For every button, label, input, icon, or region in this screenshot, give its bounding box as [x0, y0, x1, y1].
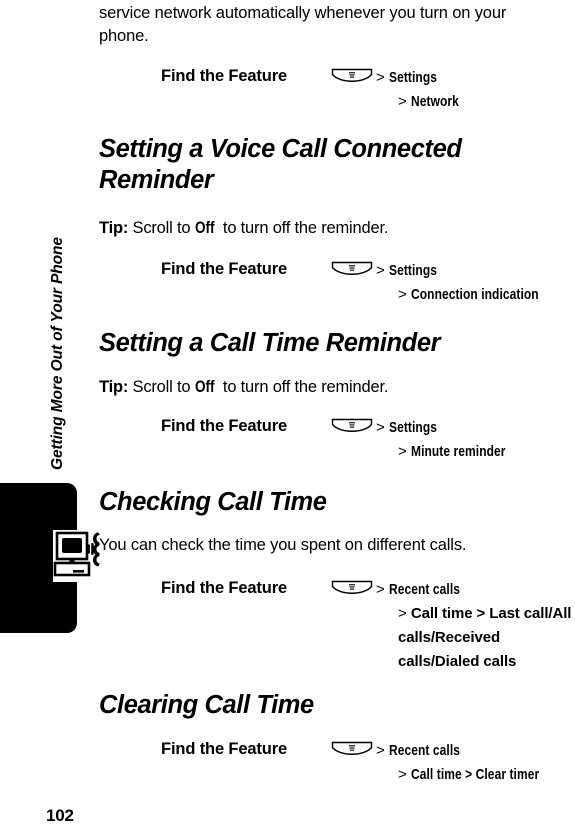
path-item: Settings [388, 419, 437, 436]
find-the-feature-label: Find the Feature [161, 579, 287, 597]
find-the-feature-label: Find the Feature [161, 740, 287, 758]
menu-key-icon [331, 68, 373, 88]
manual-page: Getting More Out of Your Phone service n… [0, 0, 575, 838]
menu-key-icon [331, 580, 373, 600]
path-item: Minute reminder [410, 443, 506, 460]
intro-line-1: service network automatically whenever y… [99, 4, 507, 22]
intro-line-2: phone. [99, 27, 149, 45]
path-item: Settings [388, 69, 437, 86]
find-the-feature-label: Find the Feature [161, 67, 287, 85]
path-item: Call time > Last call/All calls/Received… [398, 605, 572, 670]
menu-path-list: > Recent calls > Call time > Last call/A… [376, 578, 575, 674]
menu-path-line: > Minute reminder [376, 440, 575, 464]
tip-text-after: to turn off the reminder. [218, 219, 389, 237]
path-chevron: > [398, 443, 407, 460]
path-item: Connection indication [410, 286, 539, 303]
tip-setting-value: Off [194, 378, 215, 396]
path-chevron: > [398, 766, 407, 783]
menu-path-list: > Settings > Network [376, 66, 575, 114]
path-chevron: > [376, 742, 385, 759]
tip-text-after: to turn off the reminder. [218, 378, 389, 396]
path-chevron: > [398, 93, 407, 110]
menu-path-line: > Call time > Clear timer [376, 763, 575, 787]
menu-path-line: > Settings [376, 259, 575, 283]
path-item: Recent calls [388, 581, 460, 598]
path-item: Network [410, 93, 459, 110]
menu-path-list: > Settings > Connection indication [376, 259, 575, 307]
menu-key-icon [331, 418, 373, 438]
find-the-feature-label: Find the Feature [161, 417, 287, 435]
menu-path-line: > Recent calls [376, 739, 575, 763]
page-number: 102 [46, 806, 74, 825]
path-chevron: > [376, 262, 385, 279]
section-heading-clearing-call-time: Clearing Call Time [99, 691, 314, 719]
tip-prefix: Tip: [99, 219, 129, 237]
tip-setting-value: Off [194, 219, 215, 237]
menu-path-line: > Settings [376, 416, 575, 440]
menu-path-list: > Settings > Minute reminder [376, 416, 575, 464]
menu-path-line: > Recent calls [376, 578, 575, 602]
menu-path-line: > Settings [376, 66, 575, 90]
path-chevron: > [398, 286, 407, 303]
tip-text-before: Scroll to [128, 219, 195, 237]
path-chevron: > [376, 581, 385, 598]
find-the-feature-label: Find the Feature [161, 260, 287, 278]
tip-text-before: Scroll to [128, 378, 195, 396]
checking-call-time-body: You can check the time you spent on diff… [99, 536, 467, 554]
section-heading-checking-call-time: Checking Call Time [99, 488, 327, 516]
menu-path-line: > Network [376, 90, 575, 114]
tip-call-time-reminder: Tip: Scroll to Off to turn off the remin… [99, 376, 388, 399]
menu-path-line: > Connection indication [376, 283, 575, 307]
menu-key-icon [331, 741, 373, 761]
section-heading-call-time-reminder: Setting a Call Time Reminder [99, 329, 441, 357]
menu-path-line: > Call time > Last call/All calls/Receiv… [376, 602, 575, 674]
tip-prefix: Tip: [99, 378, 129, 396]
path-item: Call time > Clear timer [410, 766, 540, 783]
path-item: Recent calls [388, 742, 460, 759]
tip-voice-call-reminder: Tip: Scroll to Off to turn off the remin… [99, 217, 388, 240]
menu-path-list: > Recent calls > Call time > Clear timer [376, 739, 575, 787]
menu-key-icon [331, 261, 373, 281]
path-item: Settings [388, 262, 437, 279]
path-chevron: > [376, 69, 385, 86]
path-chevron: > [376, 419, 385, 436]
path-chevron: > [398, 605, 407, 622]
section-heading-voice-call-connected-reminder: Setting a Voice Call Connected Reminder [99, 135, 462, 194]
